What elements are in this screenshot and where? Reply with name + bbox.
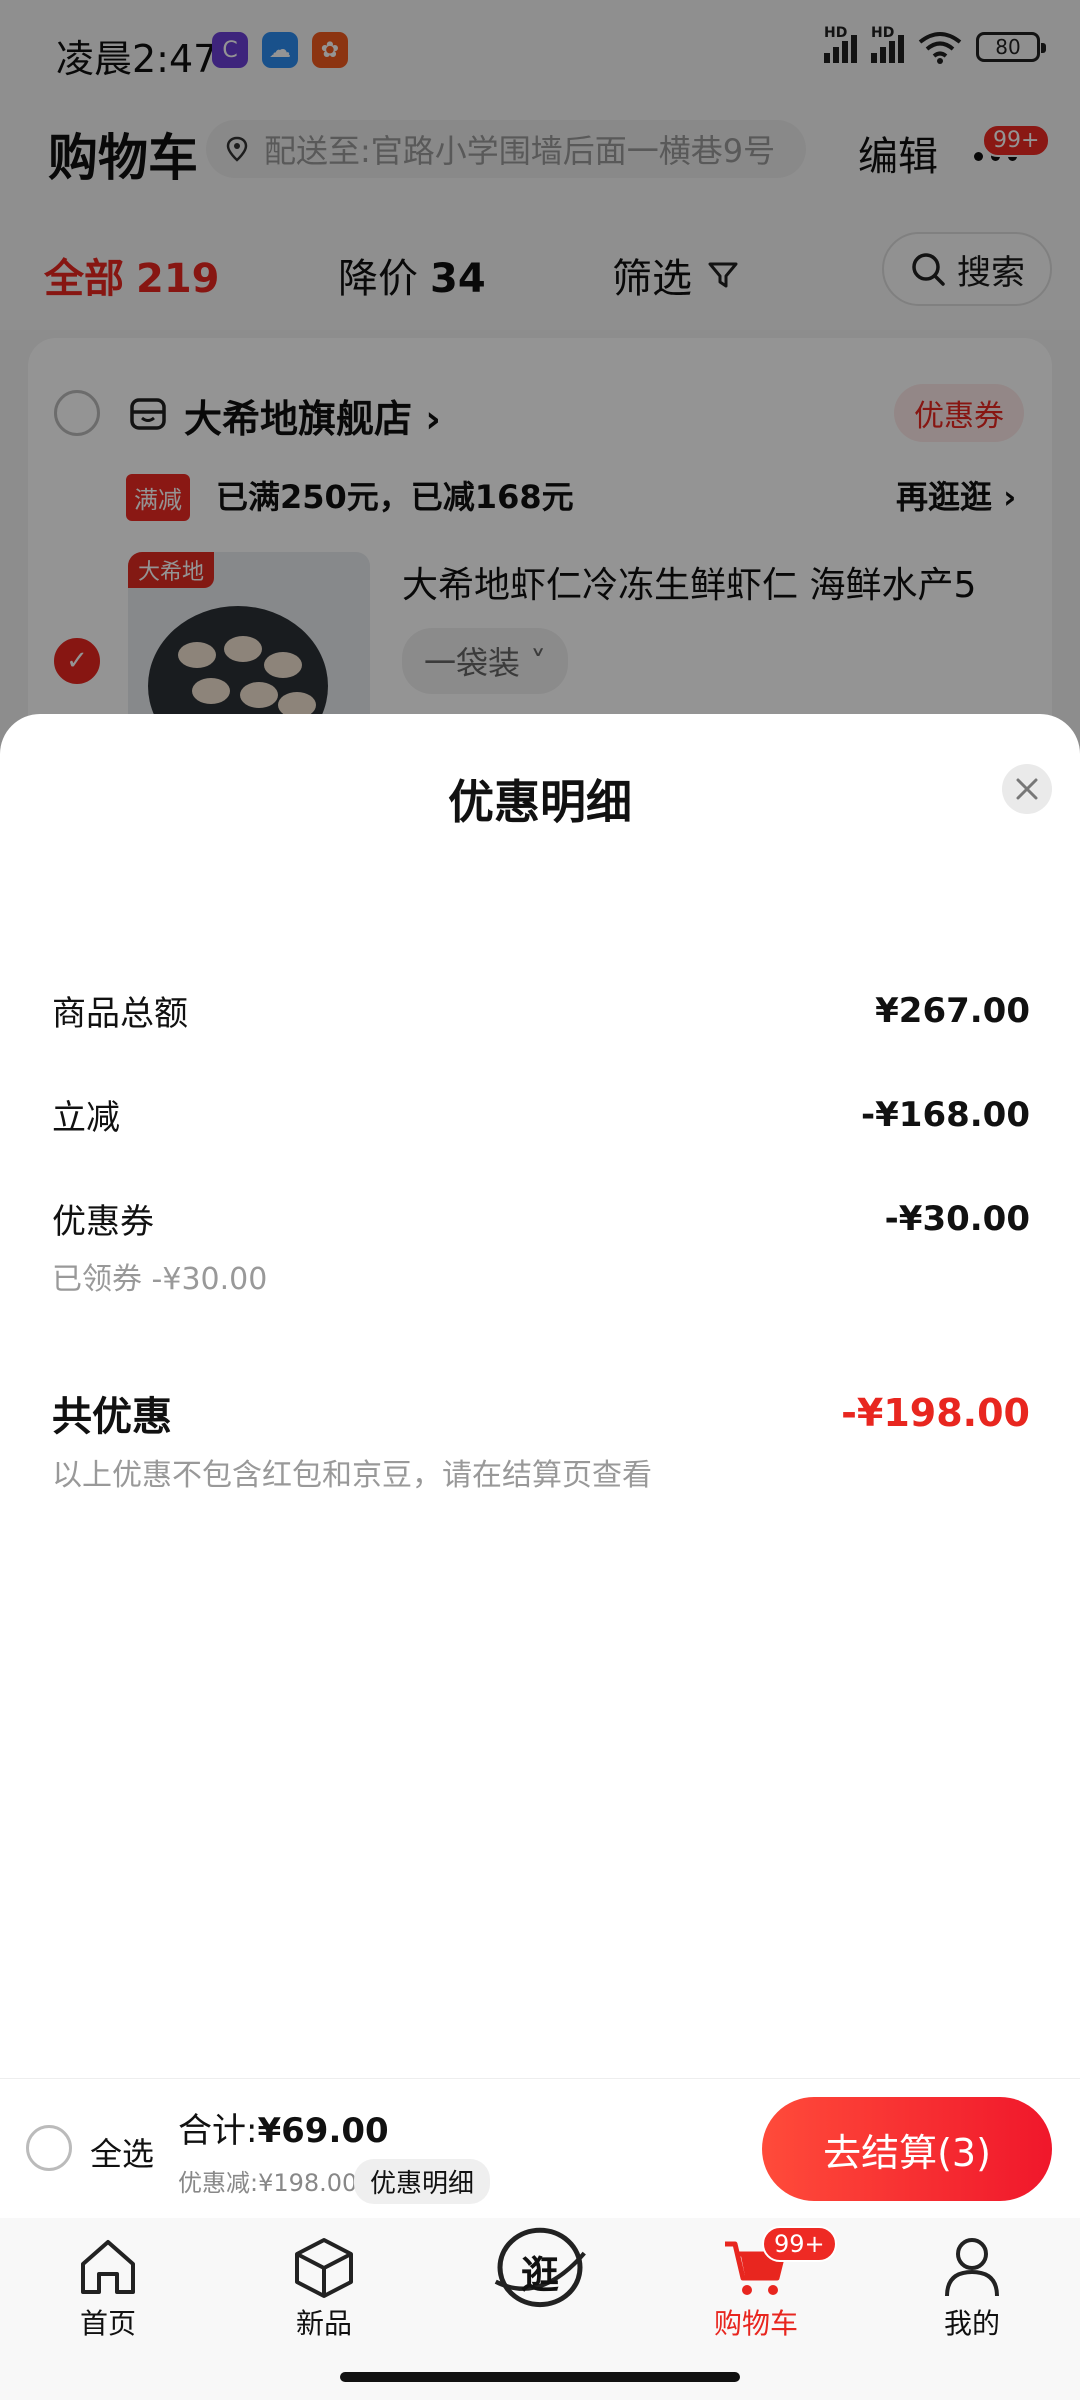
row-value: -¥168.00 bbox=[861, 1094, 1030, 1135]
home-indicator[interactable] bbox=[340, 2372, 740, 2382]
tab-browse[interactable]: 逛 bbox=[470, 2218, 610, 2314]
tab-cart[interactable]: 购物车 99+ bbox=[686, 2226, 837, 2342]
tab-home[interactable]: 首页 bbox=[38, 2234, 178, 2342]
row-value: -¥30.00 bbox=[884, 1198, 1030, 1239]
detail-row-total-discount: 共优惠 -¥198.00 bbox=[52, 1384, 1030, 1442]
cart-badge: 99+ bbox=[762, 2226, 837, 2262]
home-icon bbox=[81, 2240, 135, 2294]
total-discount-label: 共优惠 bbox=[52, 1394, 172, 1440]
sum-total: 合计:¥69.00 bbox=[178, 2111, 389, 2151]
browse-glyph: 逛 bbox=[520, 2253, 559, 2297]
select-all-radio[interactable] bbox=[26, 2125, 72, 2171]
close-icon bbox=[1016, 778, 1038, 800]
row-value: ¥267.00 bbox=[875, 990, 1030, 1031]
cube-icon bbox=[295, 2238, 353, 2298]
row-label: 立减 bbox=[52, 1098, 120, 1138]
person-icon bbox=[945, 2238, 999, 2297]
discount-detail-button[interactable]: 优惠明细 bbox=[354, 2159, 491, 2204]
coupon-sub-text: 已领券 -¥30.00 bbox=[52, 1262, 268, 1297]
row-label: 优惠券 bbox=[52, 1202, 154, 1242]
detail-row-instant-discount: 立减 -¥168.00 bbox=[52, 1090, 1030, 1139]
sum-value: ¥69.00 bbox=[257, 2111, 389, 2151]
tab-mine[interactable]: 我的 bbox=[902, 2234, 1042, 2342]
total-discount-value: -¥198.00 bbox=[841, 1391, 1030, 1435]
detail-row-total: 商品总额 ¥267.00 bbox=[52, 986, 1030, 1035]
checkout-button[interactable]: 去结算(3) bbox=[762, 2097, 1052, 2201]
detail-row-coupon: 优惠券 -¥30.00 bbox=[52, 1194, 1030, 1243]
row-label: 商品总额 bbox=[52, 994, 188, 1034]
discount-note: 以上优惠不包含红包和京豆，请在结算页查看 bbox=[52, 1458, 652, 1493]
sheet-title: 优惠明细 bbox=[448, 775, 632, 829]
close-button[interactable] bbox=[1002, 764, 1052, 814]
discount-summary: 优惠减:¥198.00 bbox=[178, 2169, 358, 2197]
checkout-bar: 全选 合计:¥69.00 优惠减:¥198.00 优惠明细 去结算(3) bbox=[0, 2078, 1080, 2218]
select-all-label[interactable]: 全选 bbox=[90, 2129, 154, 2175]
tab-new[interactable]: 新品 bbox=[254, 2234, 394, 2342]
